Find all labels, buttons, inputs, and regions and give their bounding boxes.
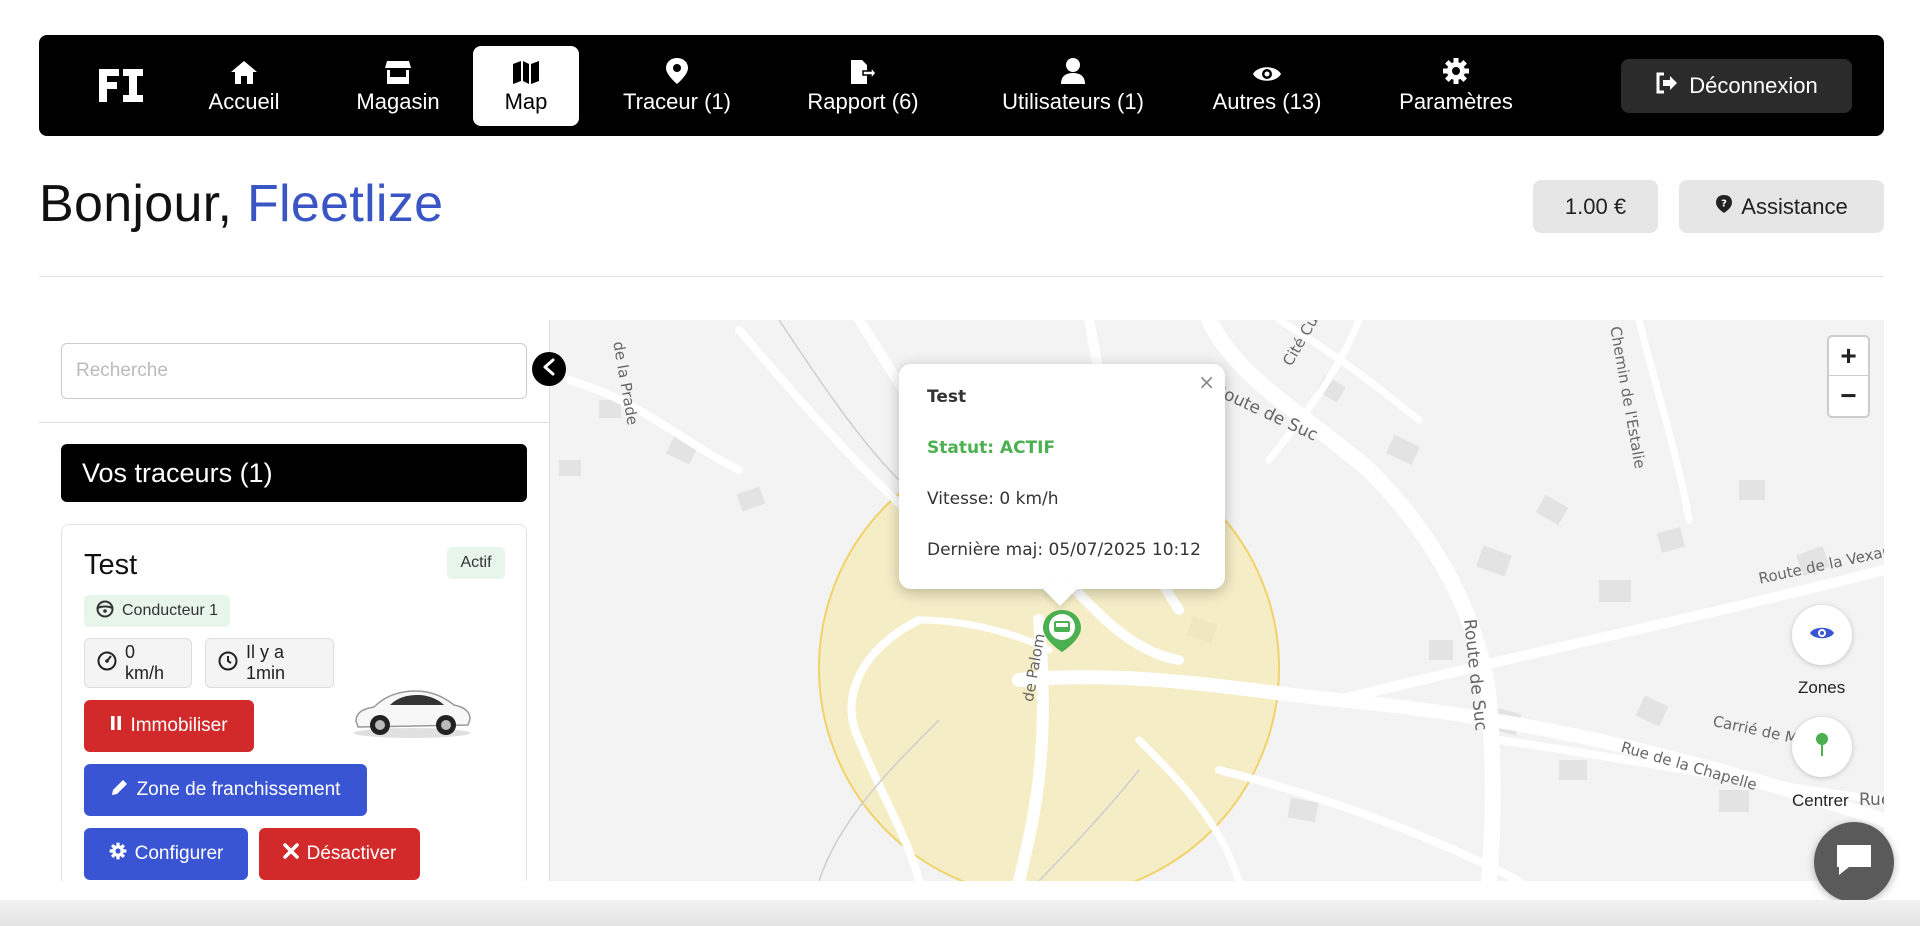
deactivate-button[interactable]: Désactiver bbox=[259, 828, 420, 880]
popup-speed: Vitesse: 0 km/h bbox=[927, 489, 1059, 509]
popup-title: Test bbox=[927, 387, 967, 407]
status-badge: Actif bbox=[447, 547, 505, 579]
chat-bubble-icon bbox=[1833, 841, 1875, 884]
tracker-sidebar: Vos traceurs (1) Test Actif Conducteur 1… bbox=[39, 320, 550, 881]
nav-label: Map bbox=[504, 89, 548, 114]
zone-label: Zone de franchissement bbox=[136, 779, 341, 800]
user-name: Fleetlize bbox=[246, 175, 444, 233]
immobilize-button[interactable]: Immobiliser bbox=[84, 700, 254, 752]
nav-traceur[interactable]: Traceur (1) bbox=[612, 46, 742, 126]
section-title-text: Vos traceurs (1) bbox=[82, 457, 273, 488]
balance-button[interactable]: 1.00 € bbox=[1533, 180, 1658, 233]
center-label: Centrer bbox=[1792, 791, 1849, 810]
map-icon bbox=[512, 57, 540, 85]
zoom-control: + − bbox=[1827, 335, 1870, 418]
greeting-text: Bonjour, bbox=[39, 175, 233, 233]
nav-label: Paramètres bbox=[1399, 89, 1513, 114]
nav-label: Rapport (6) bbox=[807, 89, 919, 114]
center-map-button[interactable] bbox=[1792, 717, 1852, 777]
sign-out-icon bbox=[1655, 72, 1679, 100]
zone-button[interactable]: Zone de franchissement bbox=[84, 764, 367, 816]
last-seen-chip: Il y a 1min bbox=[205, 638, 334, 688]
nav-label: Traceur (1) bbox=[623, 89, 731, 114]
speedometer-icon bbox=[97, 651, 117, 676]
clock-icon bbox=[218, 651, 238, 676]
section-title: Vos traceurs (1) bbox=[61, 444, 527, 502]
eye-icon bbox=[1252, 57, 1282, 85]
close-icon[interactable]: × bbox=[1198, 370, 1215, 394]
popup-last-update: Dernière maj: 05/07/2025 10:12 bbox=[927, 540, 1201, 560]
gear-icon bbox=[109, 842, 127, 866]
map-pin-icon bbox=[1814, 732, 1830, 763]
nav-label: Magasin bbox=[356, 89, 440, 114]
popup-status: Statut: ACTIF bbox=[927, 438, 1056, 458]
nav-label: Utilisateurs (1) bbox=[1002, 89, 1144, 114]
logout-button[interactable]: Déconnexion bbox=[1621, 59, 1852, 113]
fleetlize-logo[interactable] bbox=[97, 65, 145, 105]
configure-button[interactable]: Configurer bbox=[84, 828, 248, 880]
file-export-icon bbox=[849, 57, 877, 85]
nav-label: Accueil bbox=[208, 89, 280, 114]
chevron-left-icon bbox=[542, 358, 556, 381]
nav-map[interactable]: Map bbox=[473, 46, 579, 126]
speed-chip: 0 km/h bbox=[84, 638, 192, 688]
zones-toggle-button[interactable] bbox=[1792, 605, 1852, 665]
driver-badge: Conducteur 1 bbox=[84, 595, 231, 627]
tracker-card[interactable]: Test Actif Conducteur 1 0 km/h Il y a 1m… bbox=[61, 524, 527, 881]
deactivate-label: Désactiver bbox=[306, 843, 397, 864]
immobilize-label: Immobiliser bbox=[130, 715, 228, 736]
tracker-name: Test bbox=[84, 549, 138, 581]
car-image bbox=[354, 690, 471, 738]
nav-magasin[interactable]: Magasin bbox=[338, 46, 458, 126]
nav-parametres[interactable]: Paramètres bbox=[1391, 46, 1521, 126]
assistance-button[interactable]: ? Assistance bbox=[1679, 180, 1884, 233]
nav-label: Autres (13) bbox=[1212, 89, 1322, 114]
last-seen-value: Il y a 1min bbox=[246, 642, 286, 683]
home-icon bbox=[230, 57, 258, 85]
street-label: Rue bbox=[1859, 790, 1884, 810]
nav-rapport[interactable]: Rapport (6) bbox=[793, 46, 933, 126]
configure-label: Configurer bbox=[134, 843, 224, 864]
page-footer-strip bbox=[0, 900, 1920, 926]
panel-divider bbox=[39, 422, 549, 423]
location-pin-icon bbox=[665, 57, 689, 85]
gear-icon bbox=[1442, 57, 1470, 85]
search-input[interactable] bbox=[61, 343, 527, 399]
nav-autres[interactable]: Autres (13) bbox=[1207, 46, 1327, 126]
speed-value: 0 km/h bbox=[125, 642, 165, 683]
user-icon bbox=[1060, 57, 1086, 85]
zoom-in-button[interactable]: + bbox=[1829, 337, 1868, 376]
zoom-out-button[interactable]: − bbox=[1829, 376, 1868, 415]
tracker-popup: × Test Statut: ACTIF Vitesse: 0 km/h Der… bbox=[899, 364, 1225, 606]
top-navbar: Accueil Magasin Map Traceur (1) Rapport … bbox=[39, 35, 1884, 136]
balance-value: 1.00 € bbox=[1564, 193, 1627, 219]
page-greeting: Bonjour, Fleetlize bbox=[39, 174, 443, 234]
store-icon bbox=[384, 57, 412, 85]
pause-icon bbox=[110, 715, 122, 737]
chat-button[interactable] bbox=[1814, 822, 1894, 902]
eye-icon bbox=[1809, 624, 1835, 647]
logout-label: Déconnexion bbox=[1689, 73, 1818, 98]
pencil-icon bbox=[111, 778, 129, 802]
close-x-icon bbox=[282, 843, 299, 865]
nav-accueil[interactable]: Accueil bbox=[188, 46, 300, 126]
zones-label: Zones bbox=[1798, 678, 1846, 697]
steering-wheel-icon bbox=[96, 600, 114, 623]
driver-name: Conducteur 1 bbox=[122, 602, 219, 619]
assistance-label: Assistance bbox=[1741, 193, 1848, 219]
collapse-sidebar-button[interactable] bbox=[532, 352, 566, 386]
question-circle-icon: ? bbox=[1715, 194, 1733, 220]
header-divider bbox=[39, 276, 1884, 277]
nav-utilisateurs[interactable]: Utilisateurs (1) bbox=[983, 46, 1163, 126]
svg-text:?: ? bbox=[1721, 198, 1727, 209]
